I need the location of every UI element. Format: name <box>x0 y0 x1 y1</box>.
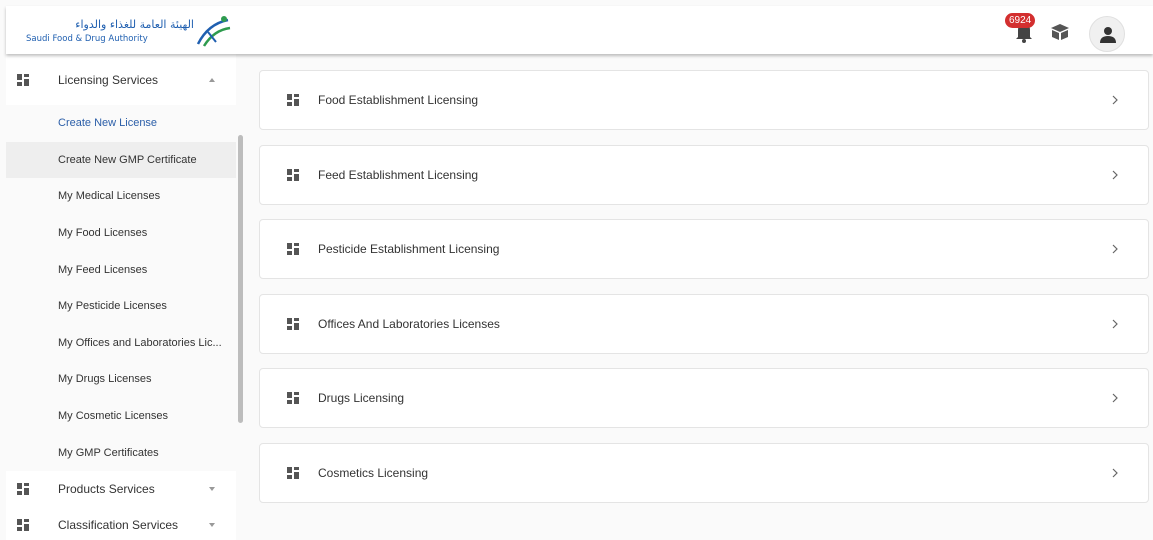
dashboard-icon <box>287 392 299 405</box>
card-pesticide-establishment-licensing[interactable]: Pesticide Establishment Licensing <box>259 219 1149 280</box>
card-label: Pesticide Establishment Licensing <box>318 242 500 257</box>
card-drugs-licensing[interactable]: Drugs Licensing <box>259 368 1149 429</box>
card-label: Cosmetics Licensing <box>318 465 429 480</box>
card-feed-establishment-licensing[interactable]: Feed Establishment Licensing <box>259 144 1149 205</box>
sidebar: Licensing Services Create New License Cr… <box>6 54 236 540</box>
sidebar-item-my-cosmetic-licenses[interactable]: My Cosmetic Licenses <box>6 398 236 435</box>
top-bar: الهيئة العامة للغذاء والدواء Saudi Food … <box>6 6 1153 54</box>
dashboard-icon <box>287 168 299 181</box>
logo-arabic-text: الهيئة العامة للغذاء والدواء <box>75 18 194 31</box>
chevron-right-icon <box>1112 170 1118 180</box>
chevron-up-icon <box>209 77 215 82</box>
sidebar-group-label: Products Services <box>58 481 155 496</box>
dashboard-icon <box>287 243 299 256</box>
chevron-right-icon <box>1112 244 1118 254</box>
sidebar-item-create-new-gmp-certificate[interactable]: Create New GMP Certificate <box>6 141 236 179</box>
sidebar-scrollbar[interactable] <box>238 135 243 423</box>
sidebar-group-licensing-services[interactable]: Licensing Services <box>6 54 236 105</box>
dashboard-icon <box>17 482 29 495</box>
chevron-right-icon <box>1112 468 1118 478</box>
chevron-right-icon <box>1112 95 1118 105</box>
sidebar-item-my-offices-and-laboratories-licenses[interactable]: My Offices and Laboratories Lic... <box>6 325 236 362</box>
user-avatar[interactable] <box>1089 16 1125 52</box>
chevron-right-icon <box>1112 393 1118 403</box>
dashboard-icon <box>287 466 299 479</box>
notification-badge: 6924 <box>1005 13 1036 28</box>
card-food-establishment-licensing[interactable]: Food Establishment Licensing <box>259 70 1149 130</box>
dashboard-icon <box>17 518 29 531</box>
licensing-submenu: Create New License Create New GMP Certif… <box>6 105 236 471</box>
dashboard-icon <box>287 94 299 106</box>
sidebar-item-my-gmp-certificates[interactable]: My GMP Certificates <box>6 434 236 471</box>
sidebar-item-my-medical-licenses[interactable]: My Medical Licenses <box>6 178 236 215</box>
sidebar-group-classification-services[interactable]: Classification Services <box>6 507 236 540</box>
dashboard-icon <box>17 73 29 86</box>
licensing-cards-list: Food Establishment Licensing Feed Establ… <box>259 70 1149 518</box>
card-cosmetics-licensing[interactable]: Cosmetics Licensing <box>259 442 1149 503</box>
dashboard-icon <box>287 317 299 330</box>
card-label: Food Establishment Licensing <box>318 93 479 107</box>
sfda-logo-mark-icon <box>196 16 231 47</box>
sidebar-group-label: Classification Services <box>58 517 179 532</box>
logo-english-text: Saudi Food & Drug Authority <box>26 34 148 44</box>
sidebar-item-my-food-licenses[interactable]: My Food Licenses <box>6 215 236 252</box>
notifications-bell-icon[interactable]: 6924 <box>1005 13 1038 44</box>
card-label: Feed Establishment Licensing <box>318 167 479 182</box>
card-label: Drugs Licensing <box>318 391 405 406</box>
sidebar-group-products-services[interactable]: Products Services <box>6 471 236 507</box>
sidebar-item-create-new-license[interactable]: Create New License <box>6 105 236 142</box>
sidebar-group-label: Licensing Services <box>58 72 159 87</box>
sidebar-item-my-pesticide-licenses[interactable]: My Pesticide Licenses <box>6 288 236 325</box>
sidebar-item-my-drugs-licenses[interactable]: My Drugs Licenses <box>6 361 236 398</box>
sidebar-item-my-feed-licenses[interactable]: My Feed Licenses <box>6 251 236 288</box>
package-icon[interactable] <box>1049 22 1071 42</box>
chevron-down-icon <box>209 486 215 491</box>
card-offices-and-laboratories-licenses[interactable]: Offices And Laboratories Licenses <box>259 293 1149 354</box>
person-icon <box>1100 27 1116 43</box>
chevron-down-icon <box>209 522 215 527</box>
card-label: Offices And Laboratories Licenses <box>318 316 500 331</box>
sfda-logo[interactable]: الهيئة العامة للغذاء والدواء Saudi Food … <box>26 14 236 48</box>
chevron-right-icon <box>1112 319 1118 329</box>
